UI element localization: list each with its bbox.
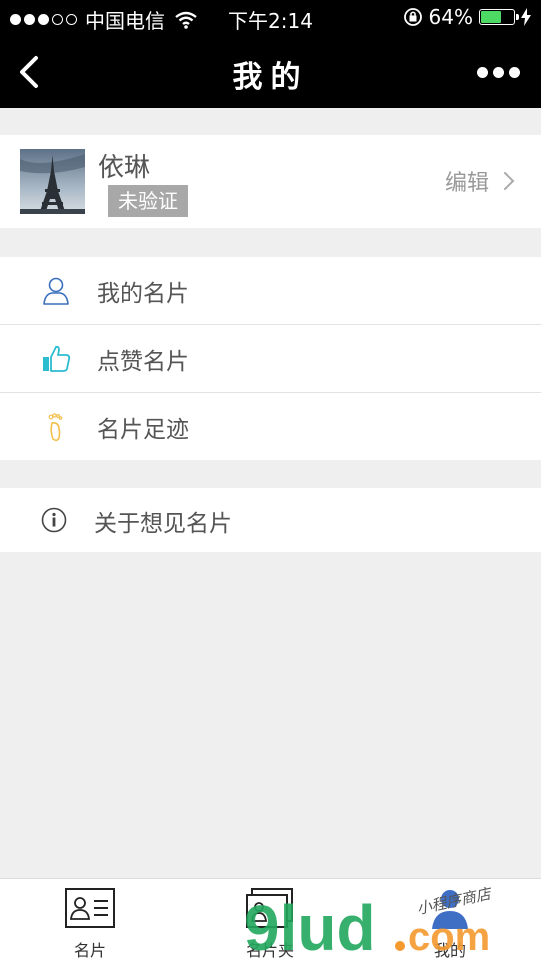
tab-card-holder[interactable]: 名片夹 [210, 887, 330, 961]
menu-item-about[interactable]: 关于想见名片 [0, 488, 541, 552]
tab-card[interactable]: 名片 [30, 887, 150, 961]
menu-item-label: 点赞名片 [97, 349, 189, 375]
footprint-icon [48, 413, 63, 442]
battery-percent: 64% [428, 5, 473, 29]
card-holder-icon [246, 888, 293, 928]
profile-icon [432, 890, 468, 929]
tab-label: 名片 [73, 941, 106, 960]
tab-label: 名片夹 [245, 941, 294, 960]
menu-item-my-cards[interactable]: 我的名片 [0, 257, 541, 325]
tab-bar: 名片 名片夹 我的 [0, 878, 541, 961]
edit-profile-link[interactable]: 编辑 [445, 165, 515, 197]
tab-label: 我的 [433, 941, 466, 960]
menu-item-label: 我的名片 [97, 281, 189, 307]
status-bar: 中国电信 下午2:14 64% [0, 0, 541, 36]
nav-bar: 我的 [0, 36, 541, 108]
menu-item-label: 名片足迹 [97, 417, 189, 443]
chevron-right-icon [504, 172, 515, 190]
more-dot-icon [509, 66, 520, 78]
battery-icon [479, 9, 519, 25]
tab-profile[interactable]: 我的 [390, 887, 510, 961]
thumbs-up-icon [43, 345, 71, 372]
menu-group: 我的名片 点赞名片 名片足迹 [0, 257, 541, 460]
card-icon [65, 888, 115, 928]
rotation-lock-icon [403, 8, 422, 26]
more-dot-icon [493, 66, 504, 78]
info-icon [41, 507, 67, 533]
menu-item-liked-cards[interactable]: 点赞名片 [0, 325, 541, 393]
edit-label: 编辑 [444, 171, 489, 196]
verification-status-badge: 未验证 [108, 185, 188, 217]
more-options-button[interactable] [477, 62, 521, 82]
avatar [20, 149, 85, 214]
status-right: 64% [403, 5, 531, 29]
more-dot-icon [477, 66, 488, 78]
menu-item-card-footprints[interactable]: 名片足迹 [0, 393, 541, 460]
menu-item-label: 关于想见名片 [94, 511, 232, 537]
profile-card[interactable]: 依琳 未验证 编辑 [0, 135, 541, 228]
avatar-eiffel-tower-image [20, 149, 85, 214]
page-title: 我的 [232, 60, 309, 95]
about-group: 关于想见名片 [0, 488, 541, 552]
person-icon [43, 277, 69, 305]
charging-icon [521, 8, 531, 26]
profile-name: 依琳 [98, 153, 151, 183]
